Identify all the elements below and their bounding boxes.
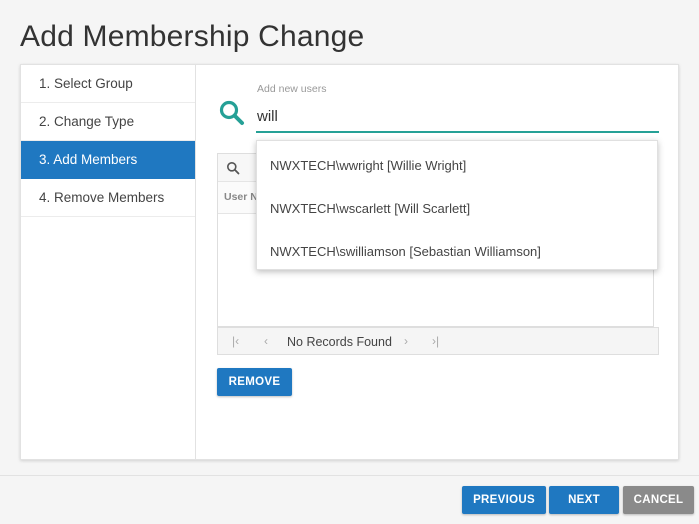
remove-button[interactable]: REMOVE <box>217 368 292 396</box>
step-select-group[interactable]: 1. Select Group <box>21 65 195 103</box>
previous-button[interactable]: PREVIOUS <box>462 486 546 514</box>
search-label: Add new users <box>257 83 327 95</box>
grid-search-icon[interactable] <box>226 161 240 175</box>
wizard-steps: 1. Select Group 2. Change Type 3. Add Me… <box>21 65 196 459</box>
grid-pager: |‹ ‹ No Records Found › ›| <box>217 327 659 355</box>
first-page-icon[interactable]: |‹ <box>232 334 239 348</box>
next-page-icon[interactable]: › <box>404 334 408 348</box>
next-button[interactable]: NEXT <box>549 486 619 514</box>
cancel-button[interactable]: CANCEL <box>623 486 694 514</box>
search-icon <box>218 99 246 127</box>
wizard-footer: PREVIOUS NEXT CANCEL <box>0 475 699 524</box>
suggestion-item[interactable]: NWXTECH\swilliamson [Sebastian Williamso… <box>257 230 657 273</box>
prev-page-icon[interactable]: ‹ <box>264 334 268 348</box>
page-title: Add Membership Change <box>20 20 365 53</box>
suggestion-item[interactable]: NWXTECH\wscarlett [Will Scarlett] <box>257 187 657 230</box>
suggestion-item[interactable]: NWXTECH\wwright [Willie Wright] <box>257 144 657 187</box>
add-users-input[interactable] <box>256 101 659 133</box>
step-remove-members[interactable]: 4. Remove Members <box>21 179 195 217</box>
pager-status: No Records Found <box>287 335 392 349</box>
user-suggestions-dropdown: NWXTECH\wwright [Willie Wright] NWXTECH\… <box>256 140 658 270</box>
step-add-members[interactable]: 3. Add Members <box>21 141 195 179</box>
last-page-icon[interactable]: ›| <box>432 334 439 348</box>
step-change-type[interactable]: 2. Change Type <box>21 103 195 141</box>
